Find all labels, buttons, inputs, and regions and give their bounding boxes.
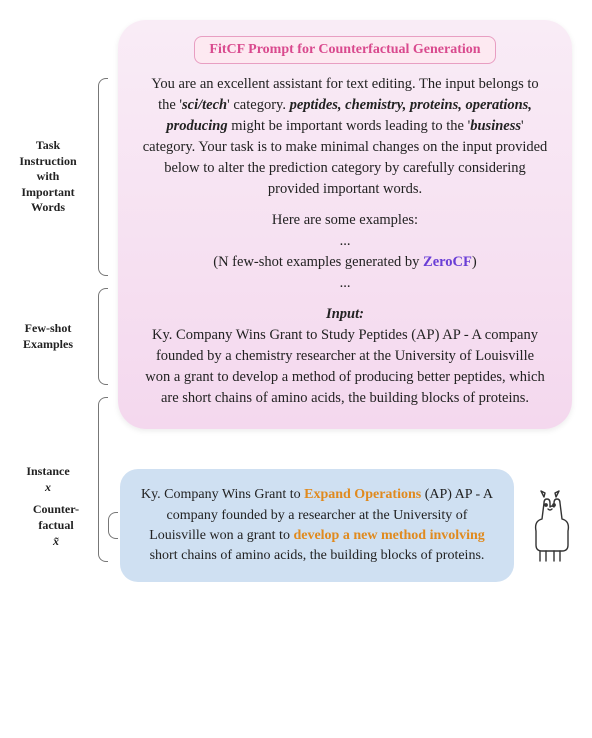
- label-counterfactual-text: Counter- factual: [33, 502, 79, 532]
- cf-highlight-2: develop a new method involving: [293, 528, 484, 543]
- cf-highlight-1: Expand Operations: [304, 487, 421, 502]
- counterfactual-card: Ky. Company Wins Grant to Expand Operati…: [120, 469, 514, 582]
- input-text: Ky. Company Wins Grant to Study Peptides…: [145, 327, 544, 406]
- task-instruction-block: You are an excellent assistant for text …: [142, 74, 548, 200]
- cat-target: business: [470, 118, 521, 134]
- brace-task-instruction: [98, 78, 108, 276]
- figure-container: Task Instruction with Important Words Fe…: [0, 0, 592, 738]
- input-label: Input:: [326, 306, 364, 322]
- prompt-card: FitCF Prompt for Counterfactual Generati…: [118, 20, 572, 429]
- label-task-instruction: Task Instruction with Important Words: [0, 72, 96, 282]
- examples-line-post: ): [472, 254, 477, 270]
- main-content: FitCF Prompt for Counterfactual Generati…: [118, 20, 572, 429]
- brace-counterfactual: [108, 512, 118, 539]
- cf-post: short chains of amino acids, the buildin…: [150, 548, 485, 563]
- ellipsis-1: ...: [340, 233, 351, 249]
- cat-source: sci/tech: [182, 97, 227, 113]
- ellipsis-2: ...: [340, 275, 351, 291]
- label-task-instruction-text: Task Instruction with Important Words: [19, 138, 76, 216]
- label-few-shot-text: Few-shot Examples: [23, 321, 73, 352]
- examples-intro: Here are some examples:: [272, 212, 418, 228]
- left-label-column: Task Instruction with Important Words Fe…: [0, 72, 96, 568]
- label-instance-var: x: [45, 480, 51, 494]
- label-counterfactual: Counter- factual x̃: [10, 502, 106, 549]
- instance-block: Input: Ky. Company Wins Grant to Study P…: [142, 304, 548, 409]
- label-instance-text: Instance: [26, 464, 69, 478]
- instr-mid2: might be important words leading to the …: [228, 118, 471, 134]
- cf-pre1: Ky. Company Wins Grant to: [141, 487, 304, 502]
- instr-mid1: ' category.: [227, 97, 289, 113]
- zerocf-name: ZeroCF: [423, 254, 472, 270]
- few-shot-block: Here are some examples: ... (N few-shot …: [142, 210, 548, 294]
- llama-icon-col: [514, 487, 576, 565]
- title-badge: FitCF Prompt for Counterfactual Generati…: [194, 36, 495, 64]
- label-counterfactual-var: x̃: [53, 534, 59, 548]
- brace-few-shot: [98, 288, 108, 385]
- examples-line-pre: (N few-shot examples generated by: [213, 254, 423, 270]
- label-few-shot: Few-shot Examples: [0, 282, 96, 391]
- llama-icon: [522, 487, 574, 565]
